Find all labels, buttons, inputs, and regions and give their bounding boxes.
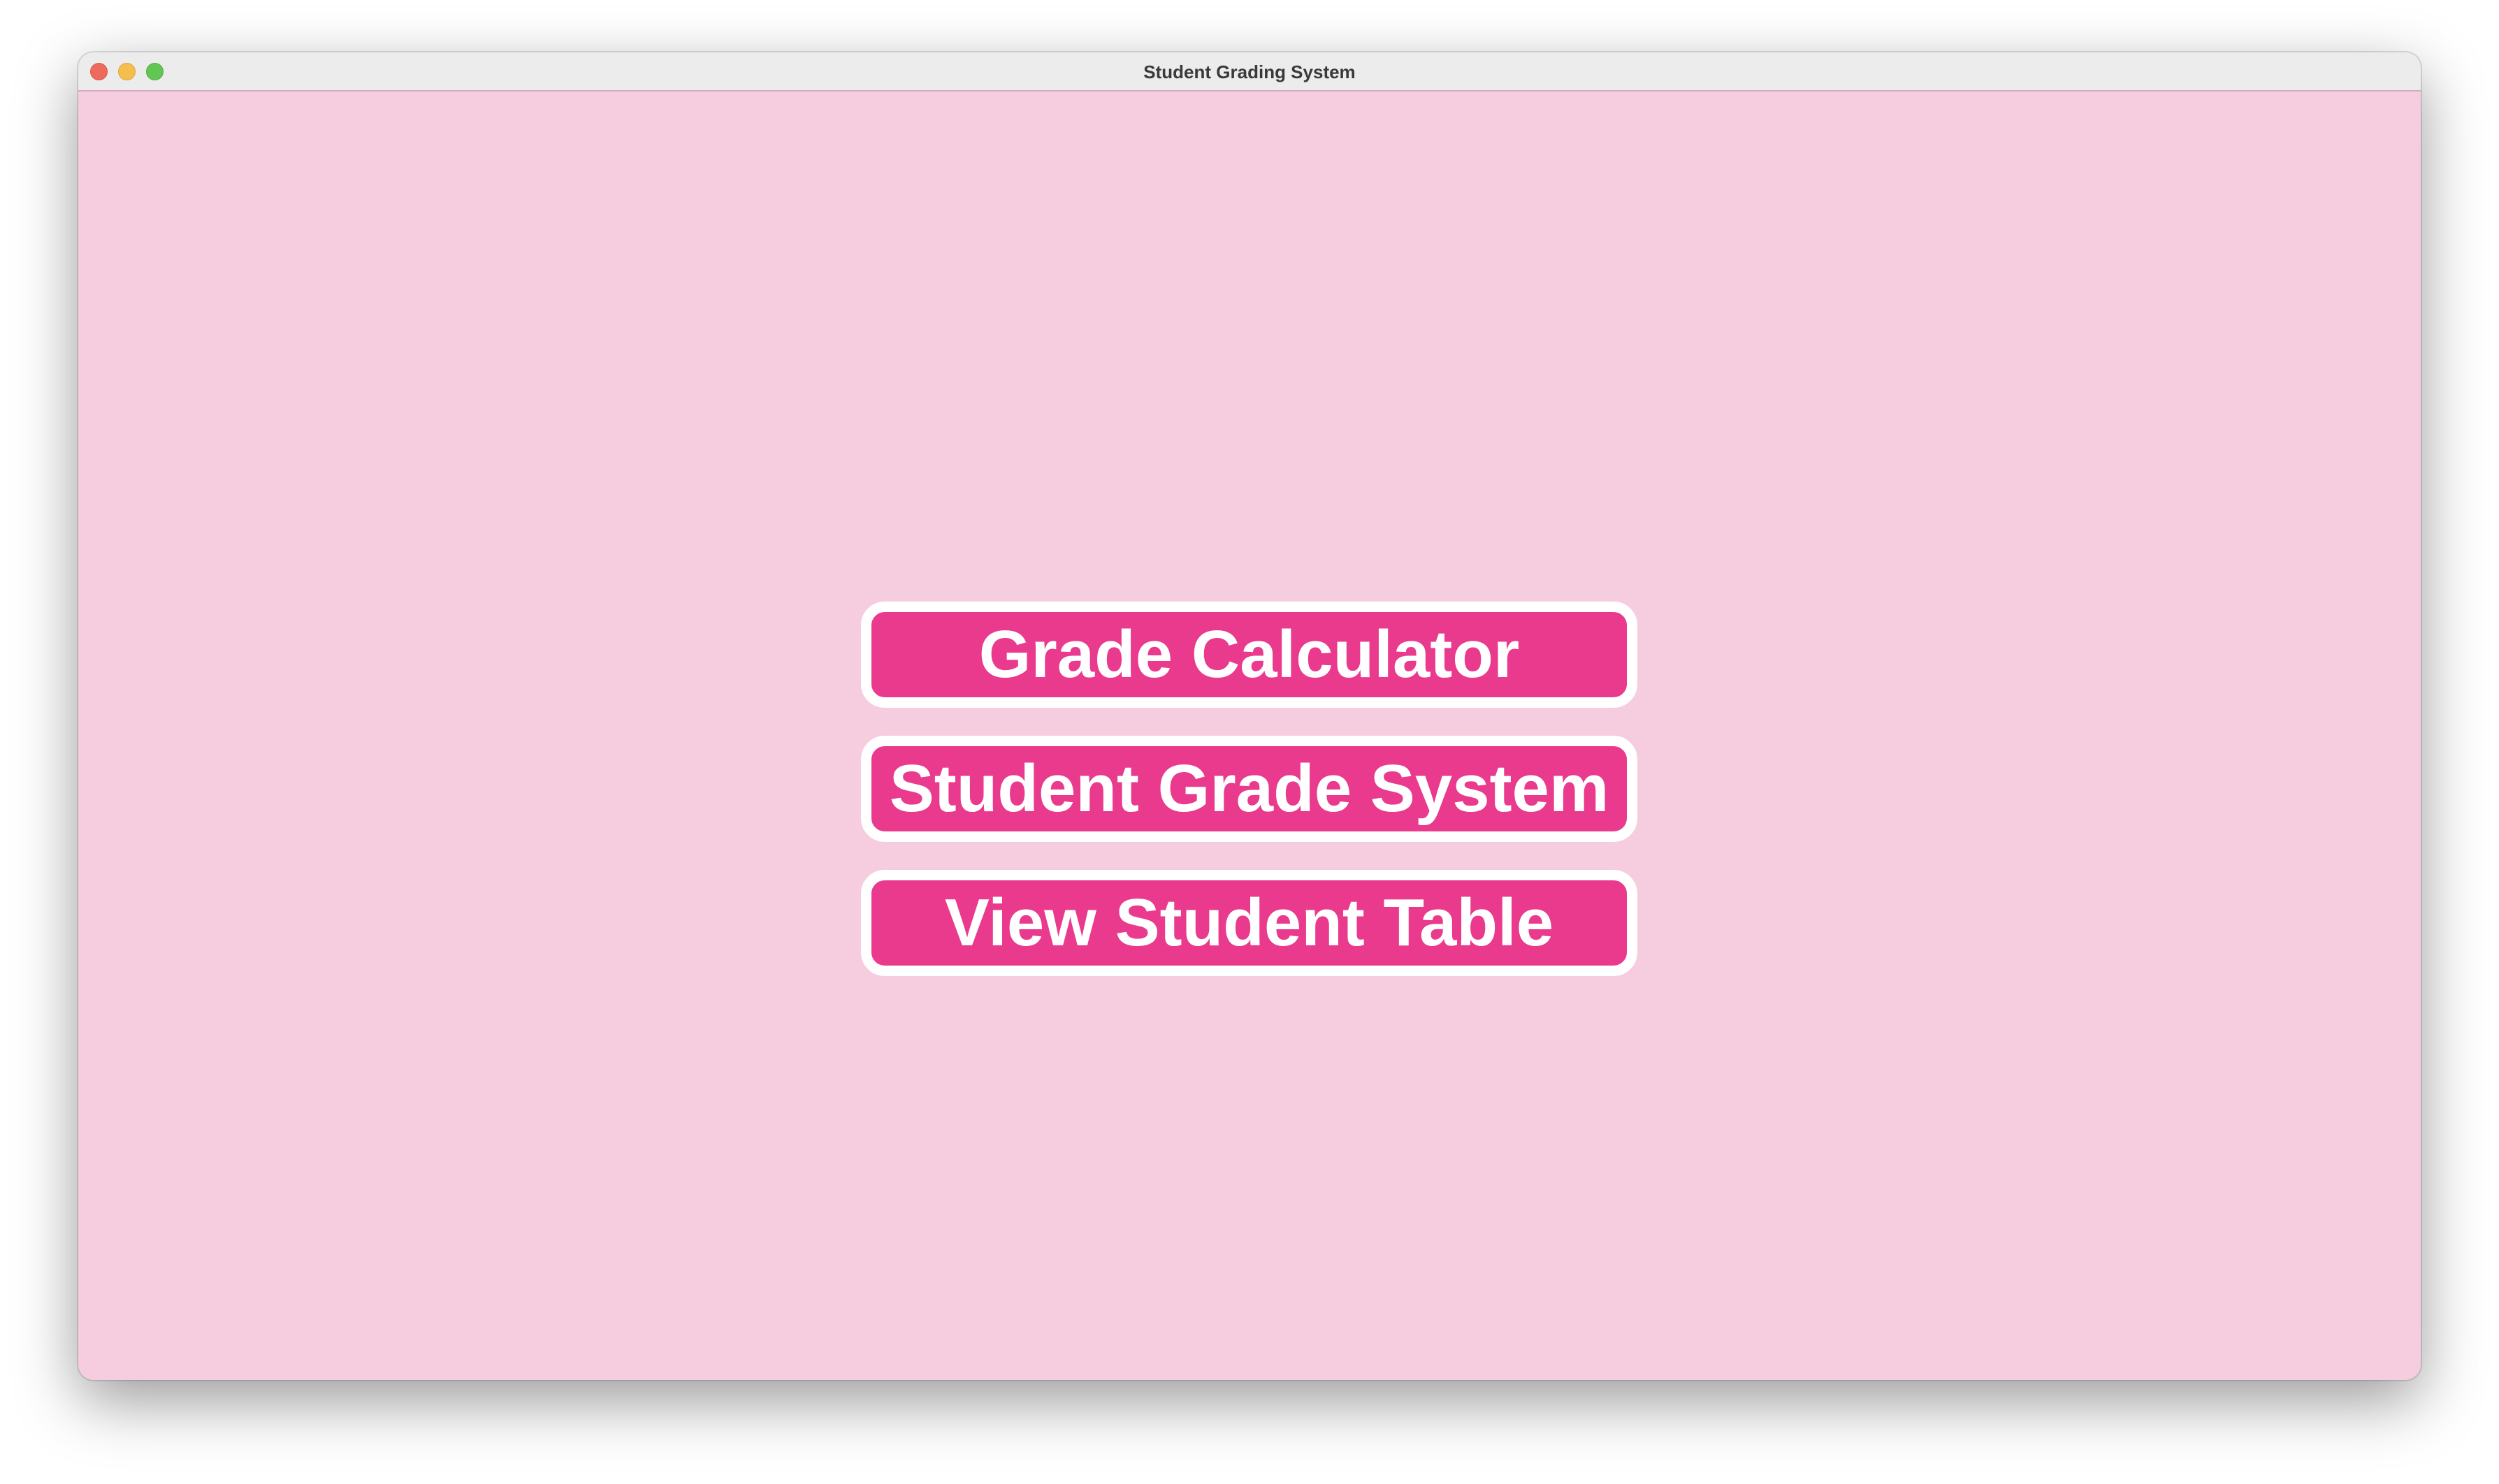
app-window: Student Grading System Grade Calculator … [78,52,2421,1380]
student-grade-system-button[interactable]: Student Grade System [861,736,1637,842]
window-title: Student Grading System [1143,61,1356,82]
grade-calculator-button[interactable]: Grade Calculator [861,602,1637,708]
main-menu: Grade Calculator Student Grade System Vi… [78,92,2421,1380]
view-student-table-button[interactable]: View Student Table [861,870,1637,976]
title-bar: Student Grading System [78,52,2421,92]
